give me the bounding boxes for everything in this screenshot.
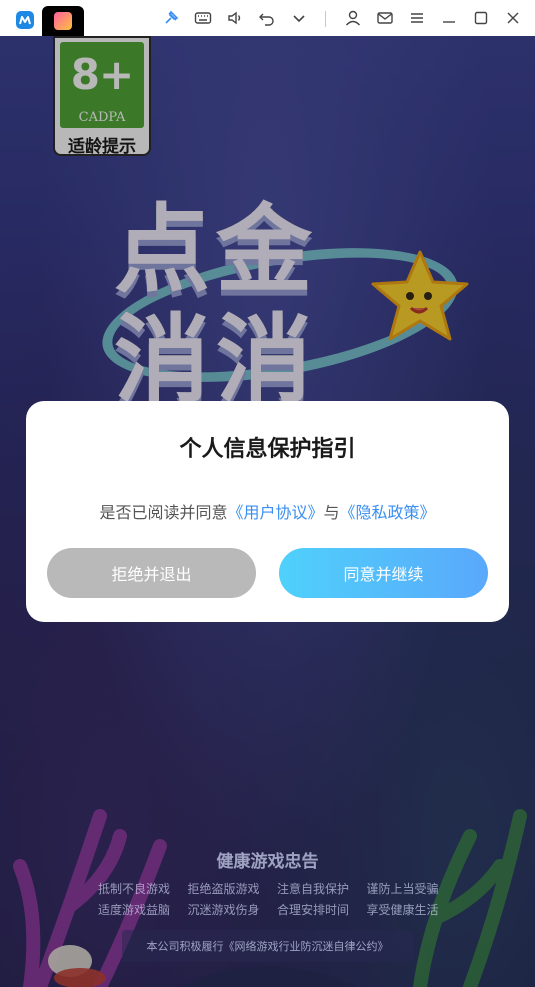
- close-icon[interactable]: [504, 9, 522, 27]
- health-advisory-item: 谨防上当受骗: [366, 882, 439, 896]
- volume-icon[interactable]: [226, 9, 244, 27]
- minimize-icon[interactable]: [440, 9, 458, 27]
- privacy-policy-link[interactable]: 《隐私政策》: [340, 503, 436, 522]
- health-advisory-item: 享受健康生活: [366, 903, 439, 917]
- maximize-icon[interactable]: [472, 9, 490, 27]
- undo-icon[interactable]: [258, 9, 276, 27]
- pin-icon[interactable]: [162, 9, 180, 27]
- app-window: 点金消消 8+ CADPA 适龄提示 个人信息保护指引 是否已阅读并同意《用户协…: [0, 0, 535, 987]
- dialog-prefix: 是否已阅读并同意: [99, 503, 228, 522]
- keyboard-icon[interactable]: [194, 9, 212, 27]
- titlebar-divider: [325, 11, 326, 27]
- health-advisory-item: 拒绝盗版游戏: [187, 882, 260, 896]
- menu-icon[interactable]: [408, 9, 426, 27]
- app-logo-icon[interactable]: [16, 11, 34, 29]
- game-tab[interactable]: [42, 6, 84, 36]
- health-advisory-item: 适度游戏益脑: [98, 903, 171, 917]
- title-bar: [0, 0, 535, 36]
- health-advisory-item: 合理安排时间: [277, 903, 350, 917]
- health-advisory-list: 抵制不良游戏 拒绝盗版游戏 注意自我保护 谨防上当受骗 适度游戏益脑 沉迷游戏伤…: [98, 880, 444, 918]
- user-icon[interactable]: [344, 9, 362, 27]
- dialog-title: 个人信息保护指引: [179, 437, 356, 462]
- decline-exit-button[interactable]: 拒绝并退出: [47, 548, 256, 598]
- game-tab-icon: [54, 12, 72, 30]
- user-agreement-link[interactable]: 《用户协议》: [227, 503, 323, 522]
- chevron-down-icon[interactable]: [290, 9, 308, 27]
- health-advisory-item: 注意自我保护: [277, 882, 350, 896]
- privacy-dialog: 个人信息保护指引 是否已阅读并同意《用户协议》与《隐私政策》 拒绝并退出 同意并…: [26, 401, 509, 622]
- agree-continue-button[interactable]: 同意并继续: [279, 548, 488, 598]
- mail-icon[interactable]: [376, 9, 394, 27]
- health-advisory-title: 健康游戏忠告: [216, 852, 319, 872]
- health-advisory-item: 沉迷游戏伤身: [187, 903, 260, 917]
- dialog-body: 是否已阅读并同意《用户协议》与《隐私政策》: [26, 499, 509, 523]
- dialog-and: 与: [323, 503, 340, 522]
- health-advisory-item: 抵制不良游戏: [98, 882, 171, 896]
- anti-addiction-pledge: 本公司积极履行《网络游戏行业防沉迷自律公约》: [122, 930, 413, 962]
